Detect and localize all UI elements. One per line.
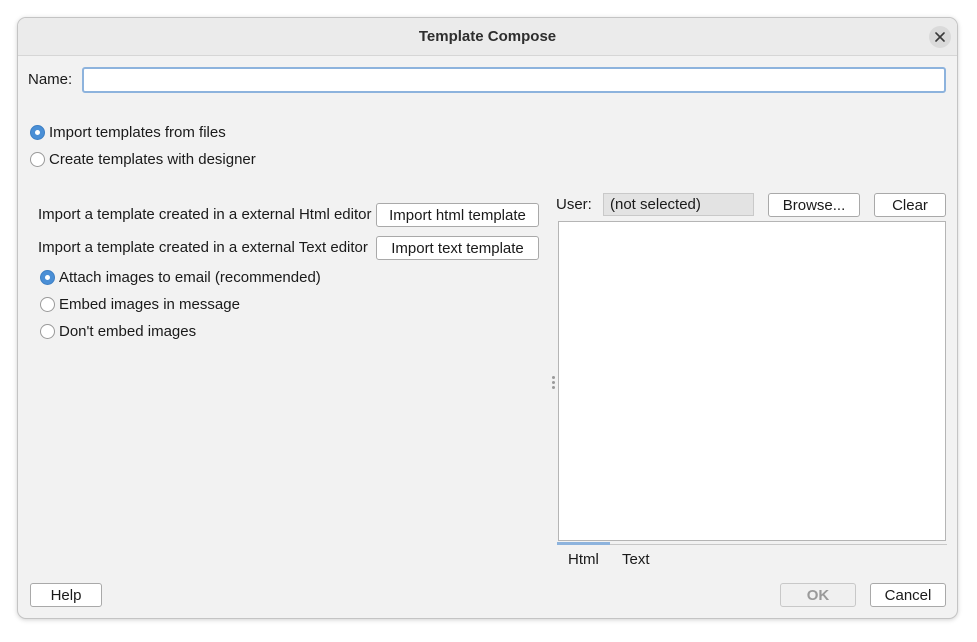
user-label: User: xyxy=(556,196,592,213)
close-button[interactable] xyxy=(929,26,951,48)
cancel-button[interactable]: Cancel xyxy=(870,583,946,607)
close-icon xyxy=(935,32,945,42)
ok-button[interactable]: OK xyxy=(780,583,856,607)
dont-embed-images-label: Don't embed images xyxy=(59,323,197,340)
dialog-title: Template Compose xyxy=(418,28,557,45)
import-from-files-label: Import templates from files xyxy=(49,124,226,141)
browse-button[interactable]: Browse... xyxy=(768,193,860,217)
user-value: (not selected) xyxy=(603,193,754,216)
active-tab-indicator xyxy=(557,542,610,545)
attach-images-radio[interactable] xyxy=(40,270,55,285)
attach-images-label: Attach images to email (recommended) xyxy=(59,269,321,286)
tab-html[interactable]: Html xyxy=(568,551,599,568)
import-text-description: Import a template created in a external … xyxy=(38,239,368,256)
import-text-template-button[interactable]: Import text template xyxy=(376,236,539,260)
embed-images-label: Embed images in message xyxy=(59,296,240,313)
help-button[interactable]: Help xyxy=(30,583,102,607)
splitter-handle[interactable] xyxy=(551,376,555,390)
name-label: Name: xyxy=(28,71,73,88)
tab-bar-divider xyxy=(557,544,947,545)
template-editor-area[interactable] xyxy=(558,221,946,541)
create-with-designer-radio[interactable] xyxy=(30,152,45,167)
create-with-designer-label: Create templates with designer xyxy=(49,151,256,168)
template-compose-dialog: Template Compose Name: Import templates … xyxy=(17,17,958,619)
embed-images-radio[interactable] xyxy=(40,297,55,312)
import-html-description: Import a template created in a external … xyxy=(38,206,372,223)
dont-embed-images-radio[interactable] xyxy=(40,324,55,339)
name-input[interactable] xyxy=(82,67,946,93)
import-html-template-button[interactable]: Import html template xyxy=(376,203,539,227)
tab-text[interactable]: Text xyxy=(622,551,650,568)
clear-button[interactable]: Clear xyxy=(874,193,946,217)
title-bar: Template Compose xyxy=(18,18,957,56)
import-from-files-radio[interactable] xyxy=(30,125,45,140)
